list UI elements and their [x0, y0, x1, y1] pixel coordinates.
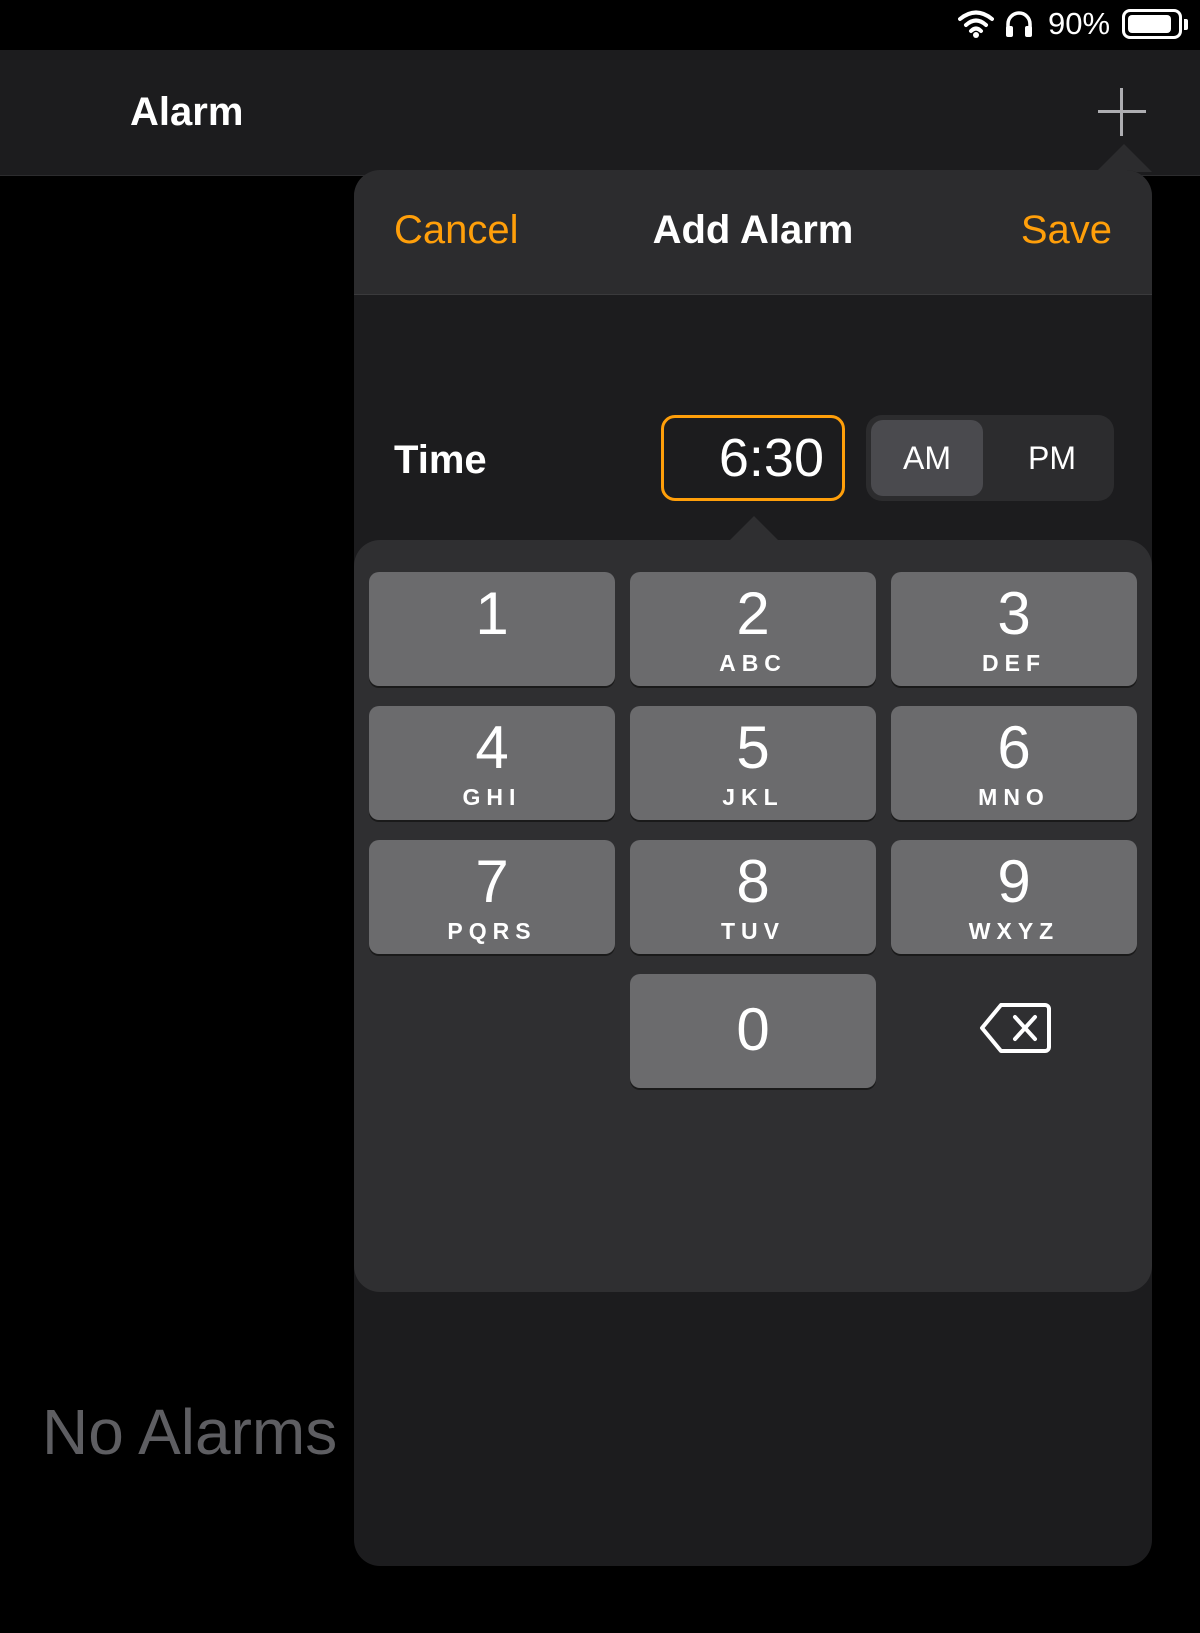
key-digit: 0	[736, 996, 770, 1063]
key-letters: WXYZ	[968, 918, 1060, 944]
key-digit: 2	[736, 580, 770, 647]
key-digit: 9	[997, 848, 1031, 915]
key-letters: TUV	[721, 918, 785, 944]
key-0[interactable]: 0	[630, 974, 876, 1088]
empty-state-text: No Alarms	[42, 1396, 338, 1468]
key-5[interactable]: 5 JKL	[630, 706, 876, 820]
am-segment[interactable]: AM	[871, 420, 983, 496]
add-alarm-popover: Cancel Add Alarm Save Time 6:30 AM PM 1 …	[354, 170, 1152, 1566]
key-6[interactable]: 6 MNO	[891, 706, 1137, 820]
headphones-icon	[1006, 11, 1032, 37]
keypad-pointer	[728, 516, 780, 542]
numeric-keypad: 1 2 ABC 3 DEF 4 GHI 5 JKL 6 MNO 7 PQRS 8	[354, 540, 1152, 1292]
add-alarm-icon[interactable]	[1098, 88, 1146, 136]
time-input[interactable]: 6:30	[661, 415, 845, 501]
key-letters: ABC	[719, 650, 787, 676]
key-1[interactable]: 1	[369, 572, 615, 686]
key-digit: 8	[736, 848, 770, 915]
key-7[interactable]: 7 PQRS	[369, 840, 615, 954]
battery-icon	[1122, 9, 1182, 39]
key-digit: 3	[997, 580, 1031, 647]
key-4[interactable]: 4 GHI	[369, 706, 615, 820]
key-9[interactable]: 9 WXYZ	[891, 840, 1137, 954]
time-label: Time	[394, 438, 487, 482]
key-2[interactable]: 2 ABC	[630, 572, 876, 686]
key-letters: MNO	[978, 784, 1050, 810]
key-digit: 5	[736, 714, 770, 781]
key-8[interactable]: 8 TUV	[630, 840, 876, 954]
key-3[interactable]: 3 DEF	[891, 572, 1137, 686]
pm-segment[interactable]: PM	[996, 420, 1108, 496]
key-digit: 1	[475, 580, 509, 647]
popover-arrow	[1096, 144, 1152, 172]
battery-percent: 90%	[1048, 6, 1111, 41]
backspace-icon	[980, 1003, 1051, 1053]
key-letters: GHI	[462, 784, 522, 810]
save-button[interactable]: Save	[1021, 208, 1112, 253]
page-title: Alarm	[130, 90, 244, 134]
nav-header: Alarm	[0, 50, 1200, 176]
key-digit: 6	[997, 714, 1031, 781]
delete-button[interactable]	[891, 974, 1137, 1088]
am-pm-segmented-control: AM PM	[866, 415, 1114, 501]
key-letters: JKL	[722, 784, 784, 810]
key-digit: 4	[475, 714, 509, 781]
key-letters: PQRS	[447, 918, 537, 944]
battery-fill	[1128, 15, 1171, 33]
wifi-icon	[958, 10, 994, 38]
key-letters: DEF	[982, 650, 1046, 676]
popover-header: Cancel Add Alarm Save	[354, 170, 1152, 295]
key-digit: 7	[475, 848, 509, 915]
battery-nub	[1184, 19, 1188, 30]
